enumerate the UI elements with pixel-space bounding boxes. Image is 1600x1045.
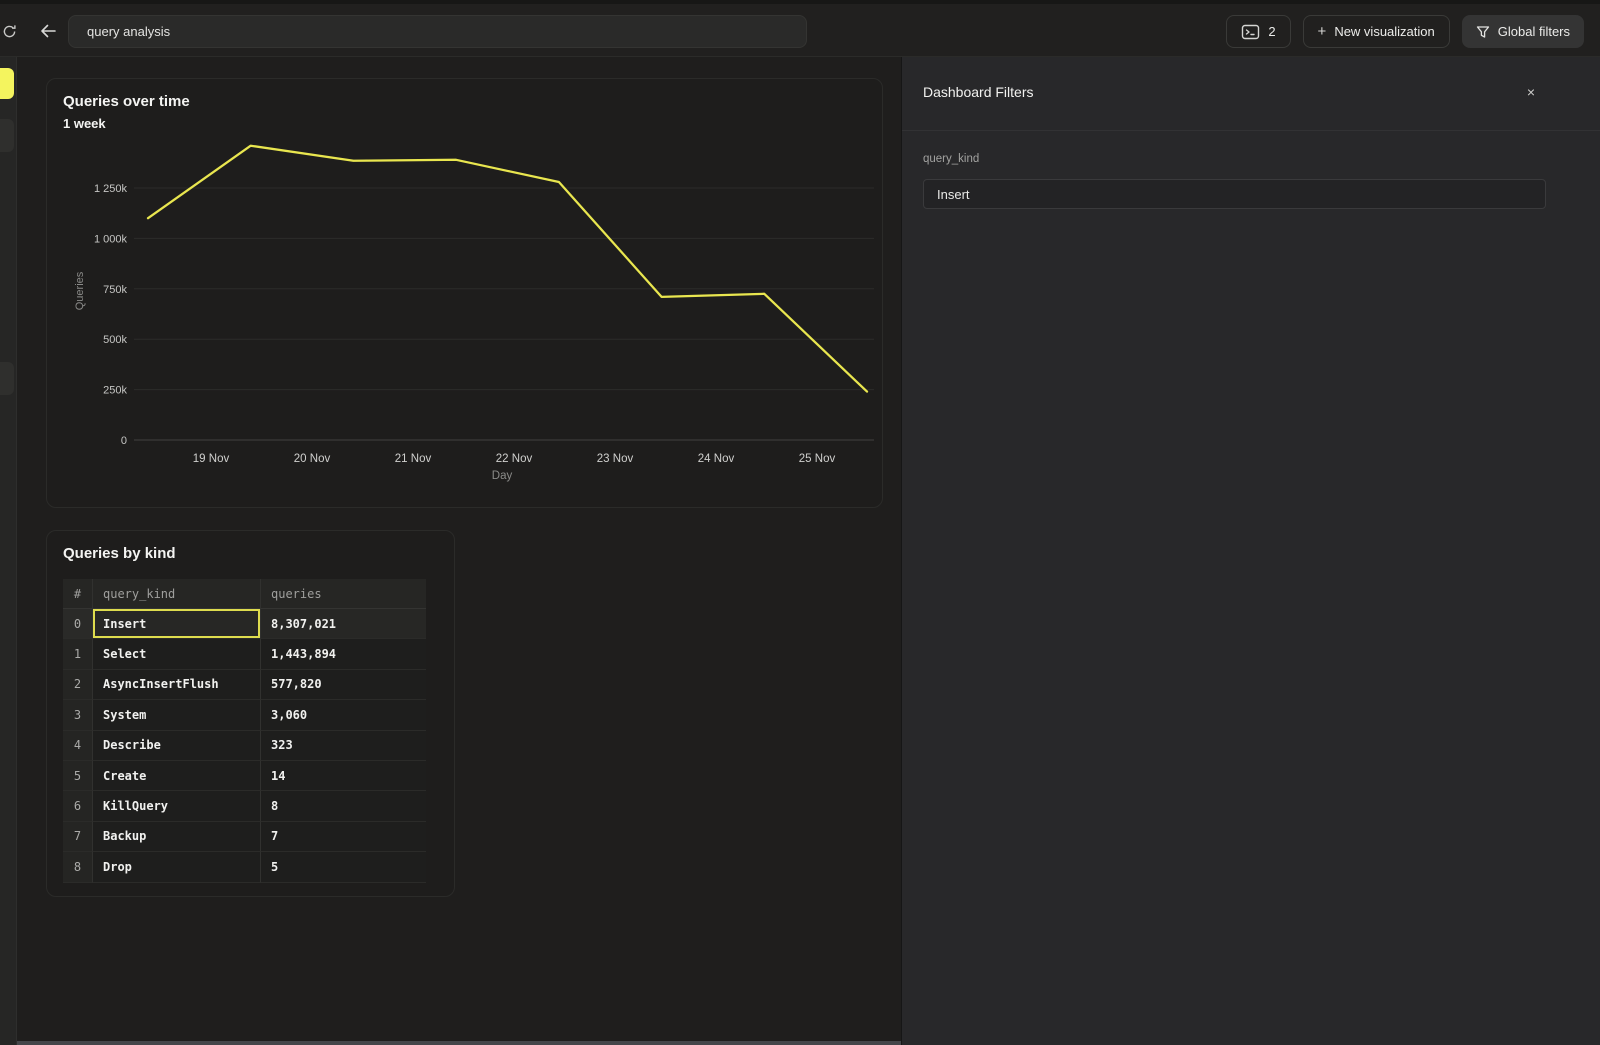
filters-panel-divider xyxy=(902,130,1600,131)
table-cell[interactable]: 5 xyxy=(261,852,426,882)
row-index-cell: 1 xyxy=(63,639,93,669)
y-tick-label: 1 250k xyxy=(94,183,128,195)
back-button[interactable] xyxy=(38,22,58,40)
x-axis-label: Day xyxy=(492,470,513,482)
x-tick-label: 22 Nov xyxy=(496,453,533,465)
filter-funnel-icon xyxy=(1476,25,1490,39)
y-tick-label: 500k xyxy=(103,334,127,346)
table-cell[interactable]: 8,307,021 xyxy=(261,609,426,639)
table-title: Queries by kind xyxy=(63,545,176,562)
topbar: 2 + New visualization Global filters xyxy=(0,0,1600,57)
table-cell[interactable]: Insert xyxy=(93,609,261,639)
sidebar-item[interactable] xyxy=(0,119,14,152)
table-cell[interactable]: 8 xyxy=(261,791,426,821)
table-cell[interactable]: Drop xyxy=(93,852,261,882)
refresh-icon[interactable] xyxy=(1,23,17,39)
filter-field-label: query_kind xyxy=(923,153,979,165)
topbar-actions: 2 + New visualization Global filters xyxy=(1226,15,1584,48)
row-index-cell: 8 xyxy=(63,852,93,882)
new-visualization-button[interactable]: + New visualization xyxy=(1303,15,1450,48)
x-tick-label: 24 Nov xyxy=(698,453,735,465)
y-tick-label: 750k xyxy=(103,284,127,296)
sidebar-item-active[interactable] xyxy=(0,68,14,99)
row-index-cell: 0 xyxy=(63,609,93,639)
back-arrow-icon xyxy=(39,23,57,39)
y-tick-label: 0 xyxy=(121,435,127,447)
dashboard-canvas: 0250k500k750k1 000k1 250kQueries19 Nov20… xyxy=(17,57,901,1045)
row-index-cell: 4 xyxy=(63,731,93,761)
row-index-cell: 6 xyxy=(63,791,93,821)
queries-line-series xyxy=(148,146,867,392)
window-top-edge xyxy=(0,0,1600,4)
table-cell[interactable]: 1,443,894 xyxy=(261,639,426,669)
x-tick-label: 21 Nov xyxy=(395,453,432,465)
table-cell[interactable]: 323 xyxy=(261,731,426,761)
dashboard-title-input[interactable] xyxy=(68,15,807,48)
row-index-cell: 2 xyxy=(63,670,93,700)
filter-query-kind-input[interactable] xyxy=(923,179,1546,209)
y-tick-label: 250k xyxy=(103,385,127,397)
table-cell[interactable]: 577,820 xyxy=(261,670,426,700)
row-index-cell: 3 xyxy=(63,700,93,730)
table-cell[interactable]: System xyxy=(93,700,261,730)
sidebar-strip xyxy=(0,57,17,1045)
x-tick-label: 19 Nov xyxy=(193,453,230,465)
y-tick-label: 1 000k xyxy=(94,233,128,245)
new-visualization-label: New visualization xyxy=(1334,24,1434,39)
global-filters-button[interactable]: Global filters xyxy=(1462,15,1584,48)
row-index-cell: 7 xyxy=(63,822,93,852)
row-index-cell: 5 xyxy=(63,761,93,791)
y-axis-label: Queries xyxy=(74,271,86,310)
table-header-query_kind: query_kind xyxy=(93,579,261,609)
sidebar-item[interactable] xyxy=(0,362,14,395)
table-header-queries: queries xyxy=(261,579,426,609)
table-cell[interactable]: Describe xyxy=(93,731,261,761)
table-cell[interactable]: 14 xyxy=(261,761,426,791)
x-tick-label: 23 Nov xyxy=(597,453,634,465)
bottom-panel-edge xyxy=(17,1041,901,1045)
x-tick-label: 20 Nov xyxy=(294,453,331,465)
console-tab-count: 2 xyxy=(1268,24,1275,39)
table-cell[interactable]: KillQuery xyxy=(93,791,261,821)
global-filters-label: Global filters xyxy=(1498,24,1570,39)
dashboard-filters-panel: Dashboard Filters × query_kind xyxy=(901,57,1600,1045)
chart-title: Queries over time xyxy=(63,93,190,110)
table-cell[interactable]: Create xyxy=(93,761,261,791)
table-cell[interactable]: 3,060 xyxy=(261,700,426,730)
queries-by-kind-table: #query_kindqueries 0Insert8,307,021 1Selec… xyxy=(63,579,426,883)
table-cell[interactable]: 7 xyxy=(261,822,426,852)
filters-panel-title: Dashboard Filters xyxy=(923,84,1034,100)
close-icon[interactable]: × xyxy=(1520,81,1542,103)
plus-icon: + xyxy=(1318,24,1327,39)
queries-over-time-card[interactable]: 0 250k 500k 750k 1 000k 1 250k Queries 19 Nov 20… xyxy=(46,78,883,508)
table-header-index: # xyxy=(63,579,93,609)
table-cell[interactable]: Backup xyxy=(93,822,261,852)
queries-by-kind-card[interactable]: Queries by kind #query_kindqueries 0Inser… xyxy=(46,530,455,897)
table-cell[interactable]: Select xyxy=(93,639,261,669)
queries-over-time-chart: 0 250k 500k 750k 1 000k 1 250k Queries 19 Nov 20… xyxy=(47,79,884,509)
x-tick-label: 25 Nov xyxy=(799,453,836,465)
table-cell[interactable]: AsyncInsertFlush xyxy=(93,670,261,700)
console-icon xyxy=(1241,24,1260,40)
chart-subtitle: 1 week xyxy=(63,116,106,131)
console-tabs-button[interactable]: 2 xyxy=(1226,15,1290,48)
